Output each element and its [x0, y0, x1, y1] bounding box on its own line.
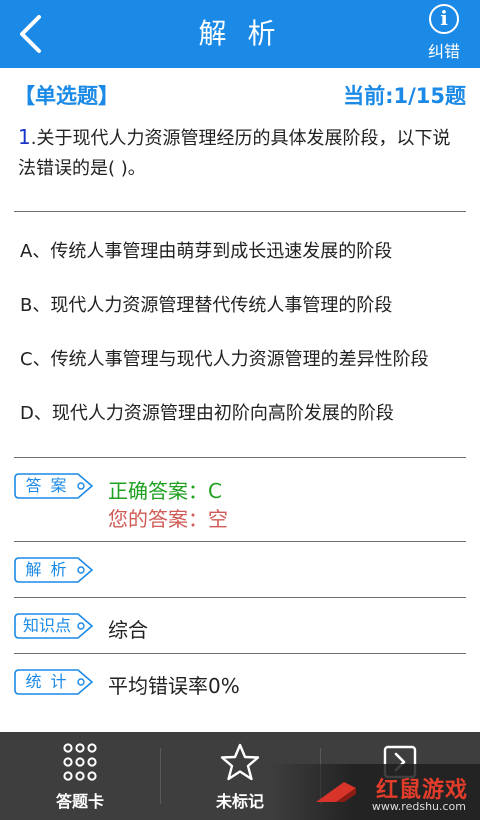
option-a[interactable]: A、传统人事管理由萌芽到成长迅速发展的阶段 [20, 234, 466, 270]
tab-answer-card-label: 答题卡 [55, 792, 104, 811]
knowledge-point: 综合 [108, 618, 148, 642]
knowledge-tag-label: 知识点 [22, 616, 71, 635]
option-b[interactable]: B、现代人力资源管理替代传统人事管理的阶段 [20, 288, 466, 324]
option-c[interactable]: C、传统人事管理与现代人力资源管理的差异性阶段 [20, 342, 466, 378]
divider [14, 653, 466, 654]
star-outline-icon [220, 742, 260, 782]
divider [14, 457, 466, 458]
tab-answer-card[interactable]: 答题卡 [0, 732, 160, 820]
question-panel: 【单选题】 当前:1/15题 1.关于现代人力资源管理经历的具体发展阶段，以下说… [0, 68, 480, 732]
knowledge-tag: 知识点 [14, 613, 94, 639]
tab-mark-label: 未标记 [215, 792, 264, 811]
grid-dots-icon [60, 742, 100, 782]
question-type: 【单选题】 [14, 84, 119, 108]
page-title: 解 析 [198, 17, 282, 50]
option-d[interactable]: D、现代人力资源管理由初阶向高阶发展的阶段 [20, 396, 466, 432]
watermark: 红鼠游戏 www.redshu.com [270, 764, 480, 820]
answer-tag: 答 案 [14, 473, 94, 499]
report-error-label: 纠错 [427, 42, 460, 61]
correct-answer: 正确答案：C [108, 479, 222, 503]
answer-tag-label: 答 案 [25, 476, 69, 495]
error-rate: 平均错误率0% [108, 674, 240, 698]
your-answer: 您的答案：空 [108, 507, 228, 531]
question-body: .关于现代人力资源管理经历的具体发展阶段，以下说法错误的是( )。 [18, 128, 451, 179]
info-icon: i [429, 4, 459, 34]
divider [14, 541, 466, 542]
top-bar: 解 析 i 纠错 [0, 0, 480, 68]
report-error-button[interactable]: i 纠错 [414, 4, 474, 64]
question-number: 1 [18, 125, 31, 149]
watermark-url: www.redshu.com [371, 800, 466, 813]
question-header: 【单选题】 当前:1/15题 [14, 80, 466, 110]
question-progress: 当前:1/15题 [343, 84, 466, 108]
stats-tag: 统 计 [14, 669, 94, 695]
divider [14, 597, 466, 598]
question-text: 1.关于现代人力资源管理经历的具体发展阶段，以下说法错误的是( )。 [18, 122, 460, 184]
watermark-logo [316, 782, 356, 802]
analysis-tag-label: 解 析 [25, 560, 69, 579]
analysis-tag: 解 析 [14, 557, 94, 583]
stats-tag-label: 统 计 [25, 672, 69, 691]
divider [14, 211, 466, 212]
